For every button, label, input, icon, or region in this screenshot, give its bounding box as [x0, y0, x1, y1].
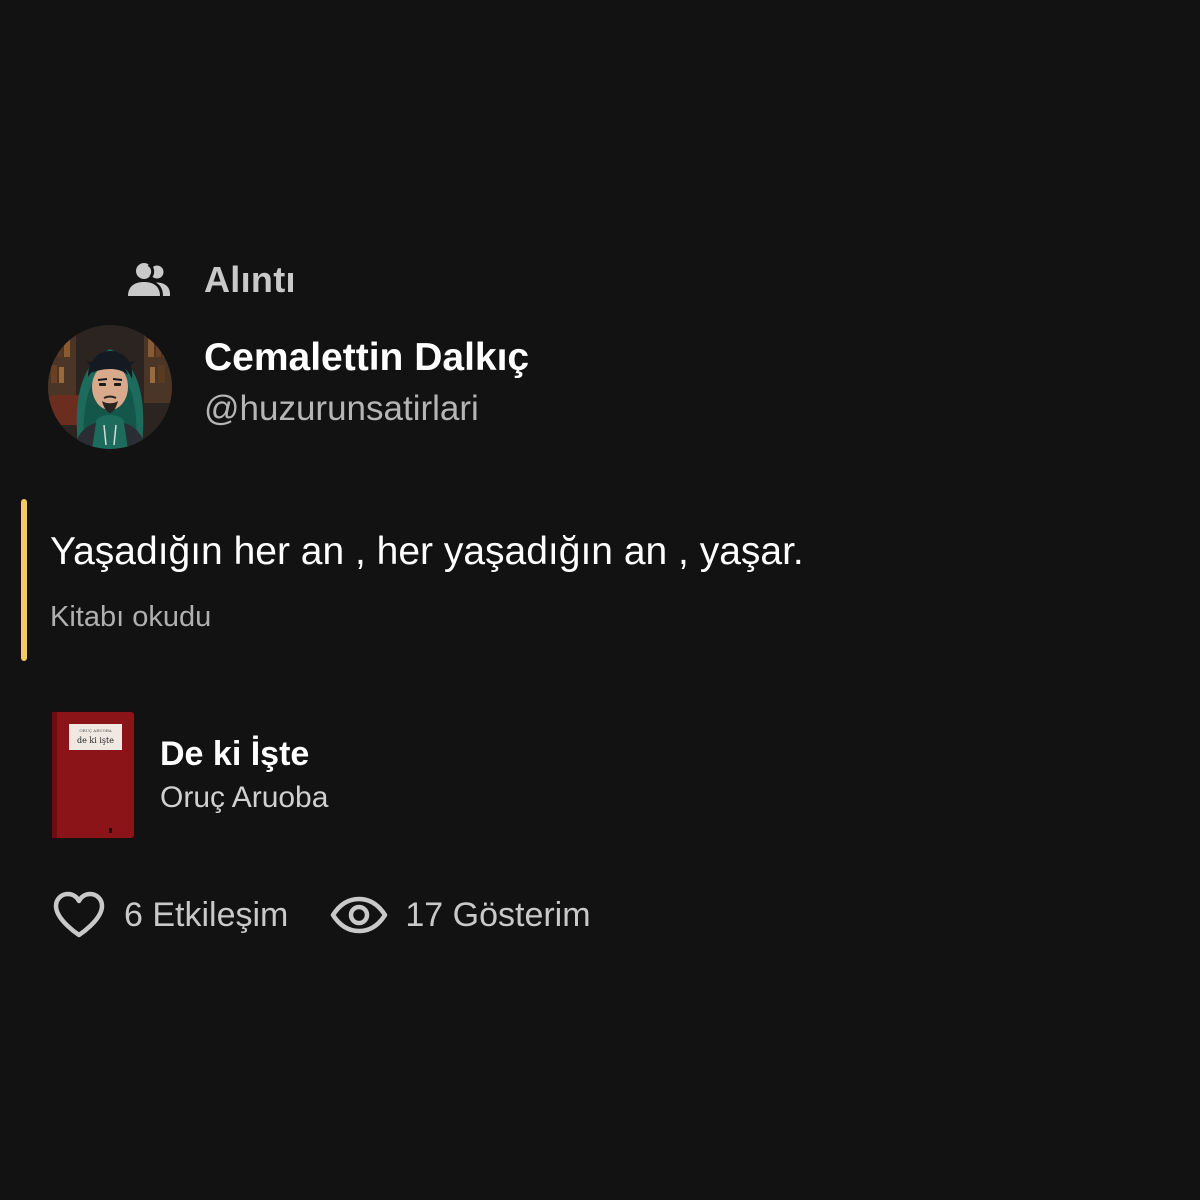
book-info: De ki İşte Oruç Aruoba [160, 732, 328, 818]
quote-post: Alıntı Cemalettin Dalkıç @huzurunsatirla… [0, 0, 1200, 1200]
post-stats: 6 Etkileşim 17 Gösterim [51, 889, 591, 941]
reading-status: Kitabı okudu [50, 601, 212, 633]
avatar[interactable] [48, 325, 172, 449]
heart-icon[interactable] [51, 890, 107, 940]
author-handle[interactable]: @huzurunsatirlari [204, 386, 529, 432]
quote-text: Yaşadığın her an , her yaşadığın an , ya… [50, 530, 804, 573]
views-count: 17 Gösterim [405, 895, 591, 934]
likes-stat[interactable]: 6 Etkileşim [51, 890, 288, 940]
quote-block[interactable]: Yaşadığın her an , her yaşadığın an , ya… [21, 499, 1021, 661]
views-stat: 17 Gösterim [330, 895, 591, 935]
users-icon [126, 261, 172, 299]
post-type-label: Alıntı [204, 259, 296, 300]
eye-icon [330, 895, 388, 935]
book-cover[interactable]: ORUÇ ARUOBA de ki işte [49, 710, 137, 840]
book-card[interactable]: ORUÇ ARUOBA de ki işte De ki İşte Oruç A… [49, 710, 328, 840]
author-text: Cemalettin Dalkıç @huzurunsatirlari [204, 336, 529, 432]
book-author[interactable]: Oruç Aruoba [160, 778, 328, 818]
author-block[interactable]: Cemalettin Dalkıç @huzurunsatirlari [48, 325, 529, 449]
cover-title-small: de ki işte [77, 736, 114, 745]
book-title[interactable]: De ki İşte [160, 732, 328, 776]
author-name[interactable]: Cemalettin Dalkıç [204, 334, 529, 382]
quote-accent-bar [21, 499, 27, 661]
post-type-row: Alıntı [126, 256, 296, 304]
cover-author-small: ORUÇ ARUOBA [79, 728, 111, 733]
likes-count: 6 Etkileşim [124, 895, 289, 934]
